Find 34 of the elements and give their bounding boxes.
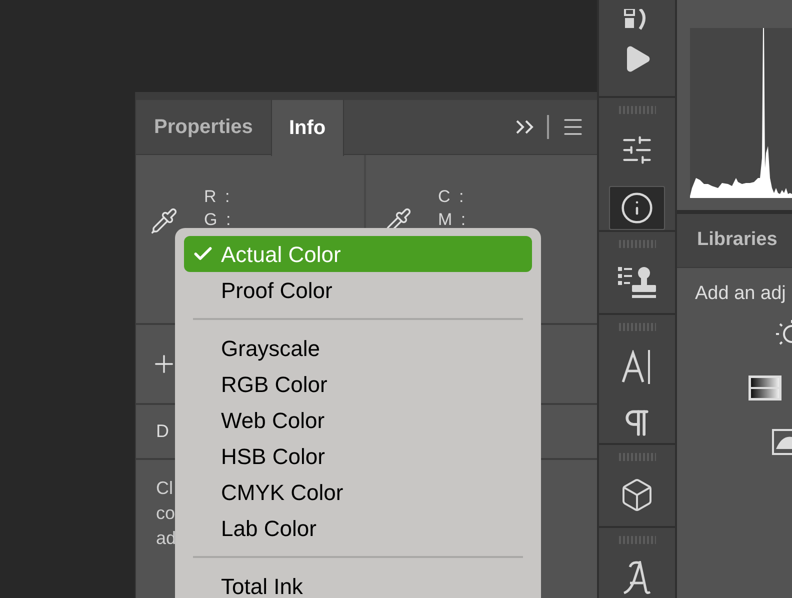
grip-icon[interactable] — [618, 536, 656, 544]
description-text: co — [156, 502, 176, 525]
grip-icon[interactable] — [618, 240, 656, 248]
description-text: ad — [156, 527, 176, 550]
section-header: D — [156, 420, 169, 443]
gradient-map-icon[interactable] — [748, 374, 782, 400]
grip-icon[interactable] — [618, 106, 656, 114]
character-icon — [621, 350, 653, 384]
info-icon — [620, 191, 654, 225]
menu-item[interactable]: HSB Color — [184, 438, 532, 474]
menu-item[interactable]: Lab Color — [184, 510, 532, 546]
glyph-icon — [622, 561, 652, 595]
menu-item[interactable]: Web Color — [184, 402, 532, 438]
menu-item[interactable]: Proof Color — [184, 272, 532, 308]
eyedropper-icon[interactable] — [150, 207, 178, 235]
channel-label: R : — [204, 186, 233, 208]
expand-icon[interactable] — [515, 120, 535, 134]
tool-button[interactable] — [609, 186, 665, 230]
grip-icon[interactable] — [618, 453, 656, 461]
panel-text: Add an adj — [694, 282, 787, 306]
menu-item[interactable]: RGB Color — [184, 366, 532, 402]
menu-item[interactable]: CMYK Color — [184, 474, 532, 510]
panel-tab[interactable]: Properties — [136, 100, 271, 154]
menu-item[interactable]: Grayscale — [184, 330, 532, 366]
menu-item[interactable]: Total Ink — [184, 568, 532, 598]
stamp-icon — [618, 265, 656, 299]
sliders-icon — [620, 133, 654, 167]
photo-filter-icon[interactable] — [772, 428, 792, 454]
channel-label: G : — [204, 209, 233, 231]
grip-icon[interactable] — [618, 323, 656, 331]
panel-tab[interactable]: Info — [270, 100, 344, 156]
description-text: Cl — [156, 477, 173, 500]
channel-label: M : — [438, 209, 468, 231]
channel-label: C : — [438, 186, 467, 208]
